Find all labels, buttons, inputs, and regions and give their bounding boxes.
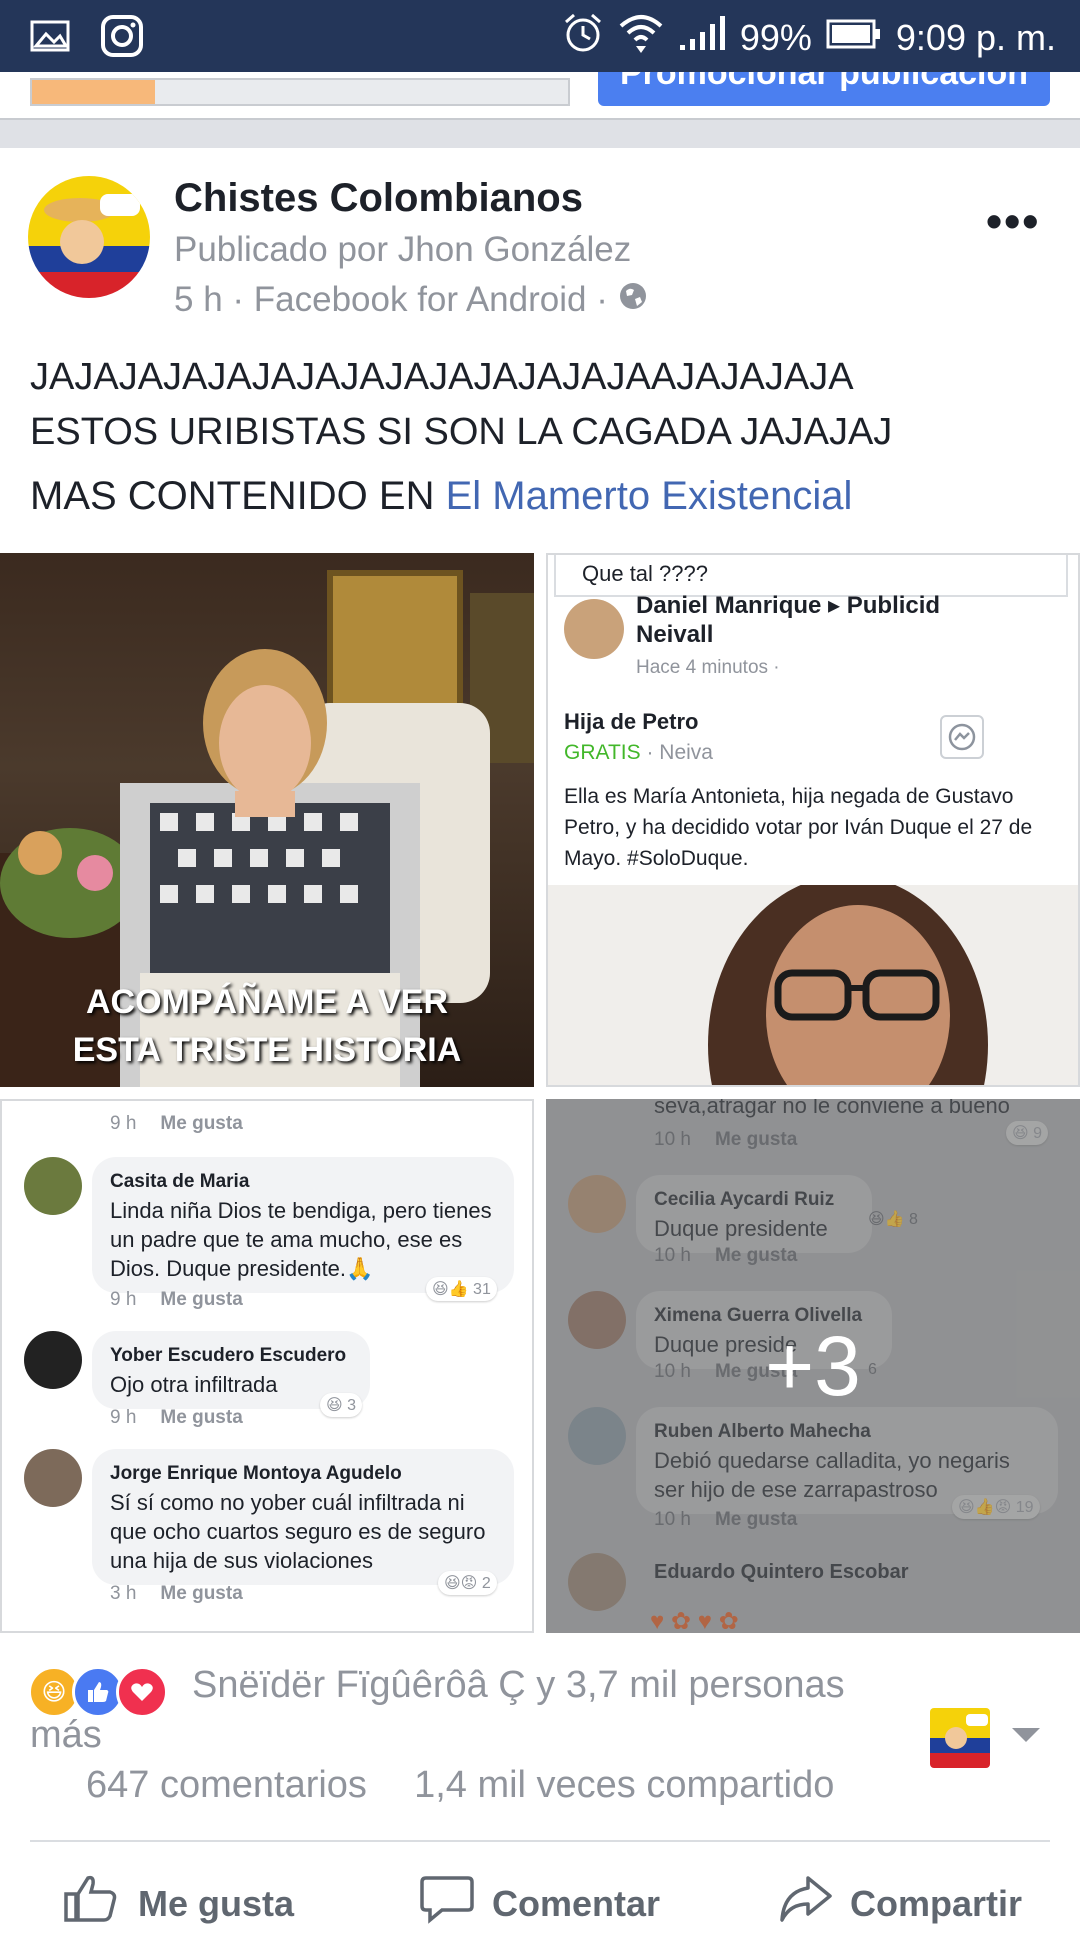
comment-bubble: Casita de Maria Linda niña Dios te bendi… [92,1157,514,1293]
promotion-progress-bar [30,78,570,106]
messenger-icon [940,715,984,759]
wifi-icon [618,12,664,63]
comment-meta: 3 h Me gusta [110,1583,243,1604]
post-byline: Publicado por Jhon González [174,230,632,269]
comment-meta: 9 h Me gusta [110,1113,243,1134]
commenter-avatar [24,1449,82,1507]
screenshot-time: Hace 4 minutos · [636,657,780,678]
post-text-line-1: JAJAJAJAJAJAJAJAJAJAJAJAJAJAAJAJAJAJA [30,356,854,398]
screenshot-listing-photo [548,875,1078,1085]
more-photos-count: +3 [765,1318,861,1413]
promote-post-button[interactable]: Promocionar publicación [598,72,1050,106]
comment-text: Ojo otra infiltrada [110,1372,278,1397]
battery-icon [826,17,882,59]
photo-caption-line-1: ACOMPÁÑAME A VER [85,983,449,1021]
actions-divider [30,1840,1050,1842]
react-as-page-avatar[interactable] [930,1708,990,1768]
comment-meta: 9 h Me gusta [110,1407,243,1428]
post-photo-3[interactable]: 9 h Me gusta Casita de Maria Linda niña D… [0,1099,534,1633]
mentioned-page-link[interactable]: El Mamerto Existencial [446,474,853,518]
share-count[interactable]: 1,4 mil veces compartido [414,1764,834,1806]
photo-caption-line-2: ESTA TRISTE HISTORIA [72,1031,462,1069]
comment-text: Linda niña Dios te bendiga, pero tienes … [110,1198,492,1281]
status-bar: 99% 9:09 p. m. [0,0,1080,72]
post-photo-4-more[interactable]: seva,atragar no le conviene a bueno 10 h… [546,1099,1080,1633]
more-content-label: MAS CONTENIDO EN [30,474,446,518]
screenshot-listing-title: Hija de Petro [564,709,699,734]
comment-count[interactable]: 647 comentarios [86,1764,367,1806]
screenshot-author-2: Neivall [636,621,714,648]
post-more-content: MAS CONTENIDO EN El Mamerto Existencial [30,474,852,519]
screenshot-price: GRATIS · Neiva [564,741,713,764]
comment-bubble: Jorge Enrique Montoya Agudelo Sí sí como… [92,1449,514,1585]
commenter-name: Yober Escudero Escudero [110,1345,347,1366]
post-insights-strip: Promocionar publicación [0,72,1080,118]
reactors-summary-more[interactable]: más [30,1714,102,1757]
thumbs-up-icon [62,1874,120,1933]
post-action-bar: Me gusta Comentar Compartir [0,1860,1080,1924]
comment-reactions: 😆👍 31 [426,1277,497,1301]
post-meta: 5 h · Facebook for Android · [174,280,648,320]
comment-meta: 9 h Me gusta [110,1289,243,1310]
post-time-source[interactable]: 5 h · Facebook for Android · [174,280,608,320]
post-options-button[interactable]: ••• [986,194,1040,248]
comment-icon [420,1874,474,1933]
signal-icon [678,15,726,60]
page-avatar[interactable] [28,176,150,298]
feed-divider [0,118,1080,148]
screenshot-avatar [564,599,624,659]
post-text-line-2: ESTOS URIBISTAS SI SON LA CAGADA JAJAJAJ [30,411,893,453]
comment-button[interactable]: Comentar [420,1874,660,1933]
love-reaction-icon [116,1666,168,1718]
gallery-icon [30,20,70,57]
post-photo-2[interactable]: Que tal ???? Daniel Manrique ▸ Publicid … [546,553,1080,1087]
share-button[interactable]: Compartir [778,1874,1022,1933]
comment-text: Sí sí como no yober cuál infiltrada ni q… [110,1490,486,1573]
post-photo-1[interactable]: ACOMPÁÑAME A VER ESTA TRISTE HISTORIA [0,553,534,1087]
commenter-avatar [24,1157,82,1215]
battery-percent: 99% [739,16,812,58]
alarm-icon [562,12,604,63]
comment-reactions: 😆 3 [320,1393,363,1417]
commenter-name: Jorge Enrique Montoya Agudelo [110,1463,402,1484]
screenshot-author: Daniel Manrique ▸ Publicid [636,592,941,619]
commenter-name: Casita de Maria [110,1171,250,1192]
post-text: JAJAJAJAJAJAJAJAJAJAJAJAJAJAAJAJAJAJA ES… [30,350,1060,460]
instagram-icon [100,14,144,63]
comment-reactions: 😆😡 2 [438,1571,497,1595]
screenshot-listing-body: Ella es María Antonieta, hija negada de … [564,785,1033,870]
chevron-down-icon[interactable] [1012,1728,1040,1742]
page-name[interactable]: Chistes Colombianos [174,176,583,221]
reactors-summary[interactable]: Snëïdër Fïgûêrôâ Ç y 3,7 mil personas [192,1664,912,1707]
share-icon [778,1874,832,1933]
commenter-avatar [24,1331,82,1389]
reaction-icons[interactable]: 😆 [28,1666,168,1718]
engagement-counts: 647 comentarios 1,4 mil veces compartido [86,1764,834,1807]
clock: 9:09 p. m. [895,16,1056,58]
like-button[interactable]: Me gusta [62,1874,294,1933]
globe-icon [618,280,648,320]
